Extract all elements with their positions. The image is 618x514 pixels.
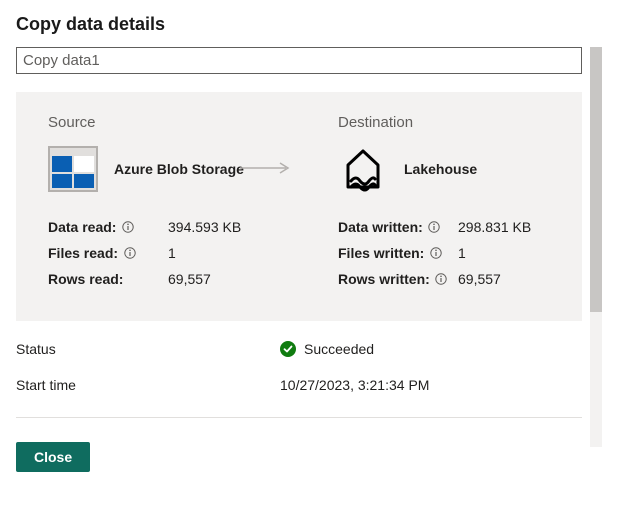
info-icon[interactable] (429, 247, 442, 260)
rows-written-value: 69,557 (458, 271, 501, 287)
rows-read-value: 69,557 (168, 271, 211, 287)
data-written-value: 298.831 KB (458, 219, 531, 235)
data-read-label: Data read: (48, 219, 116, 235)
files-read-value: 1 (168, 245, 176, 261)
copy-summary-card: Source Azure Blob Storage (16, 92, 582, 321)
success-icon (280, 341, 296, 357)
status-label: Status (16, 341, 280, 357)
info-icon[interactable] (435, 273, 448, 286)
data-read-value: 394.593 KB (168, 219, 241, 235)
info-icon[interactable] (121, 221, 134, 234)
info-icon[interactable] (428, 221, 441, 234)
status-value: Succeeded (304, 341, 374, 357)
files-written-label: Files written: (338, 245, 424, 261)
info-icon[interactable] (123, 247, 136, 260)
arrow-right-icon (240, 161, 294, 177)
files-read-label: Files read: (48, 245, 118, 261)
source-connector-label: Azure Blob Storage (114, 161, 244, 177)
destination-connector-label: Lakehouse (404, 161, 477, 177)
scrollbar-thumb[interactable] (590, 47, 602, 312)
scrollbar[interactable] (590, 47, 602, 447)
data-written-label: Data written: (338, 219, 423, 235)
start-time-label: Start time (16, 377, 280, 393)
azure-blob-storage-icon (48, 146, 98, 192)
start-time-value: 10/27/2023, 3:21:34 PM (280, 377, 429, 393)
destination-heading: Destination (338, 114, 550, 131)
activity-name-input[interactable] (16, 47, 582, 74)
divider (16, 417, 582, 418)
lakehouse-icon (338, 146, 388, 192)
close-button[interactable]: Close (16, 442, 90, 472)
rows-read-label: Rows read: (48, 271, 123, 287)
files-written-value: 1 (458, 245, 466, 261)
source-heading: Source (48, 114, 338, 131)
rows-written-label: Rows written: (338, 271, 430, 287)
dialog-title: Copy data details (16, 14, 602, 35)
